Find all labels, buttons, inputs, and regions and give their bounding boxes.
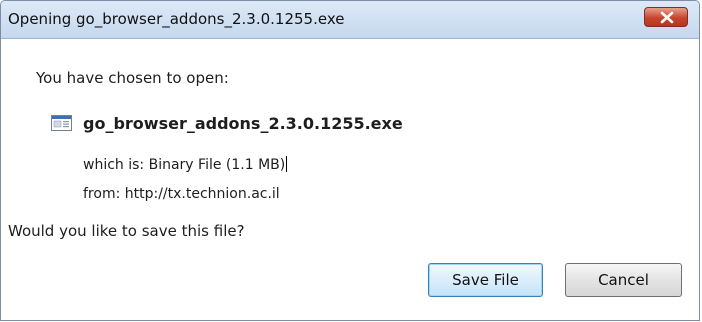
window-title: Opening go_browser_addons_2.3.0.1255.exe <box>8 10 345 28</box>
dialog-body: You have chosen to open: go_browser_addo… <box>1 39 699 322</box>
cancel-button[interactable]: Cancel <box>565 263 682 297</box>
save-question: Would you like to save this file? <box>8 222 245 240</box>
close-icon <box>660 11 674 24</box>
file-source-label: from: <box>83 186 121 202</box>
file-name: go_browser_addons_2.3.0.1255.exe <box>83 114 403 133</box>
file-type-label: which is: <box>83 157 145 173</box>
close-button[interactable] <box>644 7 688 27</box>
executable-file-icon <box>51 115 72 131</box>
chosen-label: You have chosen to open: <box>36 69 229 87</box>
save-file-button[interactable]: Save File <box>428 263 543 297</box>
file-source-row: from: http://tx.technion.ac.il <box>83 186 280 202</box>
text-caret <box>286 156 288 172</box>
download-dialog: Opening go_browser_addons_2.3.0.1255.exe… <box>0 0 700 321</box>
file-source-value: http://tx.technion.ac.il <box>124 186 280 202</box>
file-type-value: Binary File (1.1 MB) <box>148 157 286 173</box>
file-type-row: which is: Binary File (1.1 MB) <box>83 156 288 173</box>
title-bar[interactable]: Opening go_browser_addons_2.3.0.1255.exe <box>1 1 699 39</box>
